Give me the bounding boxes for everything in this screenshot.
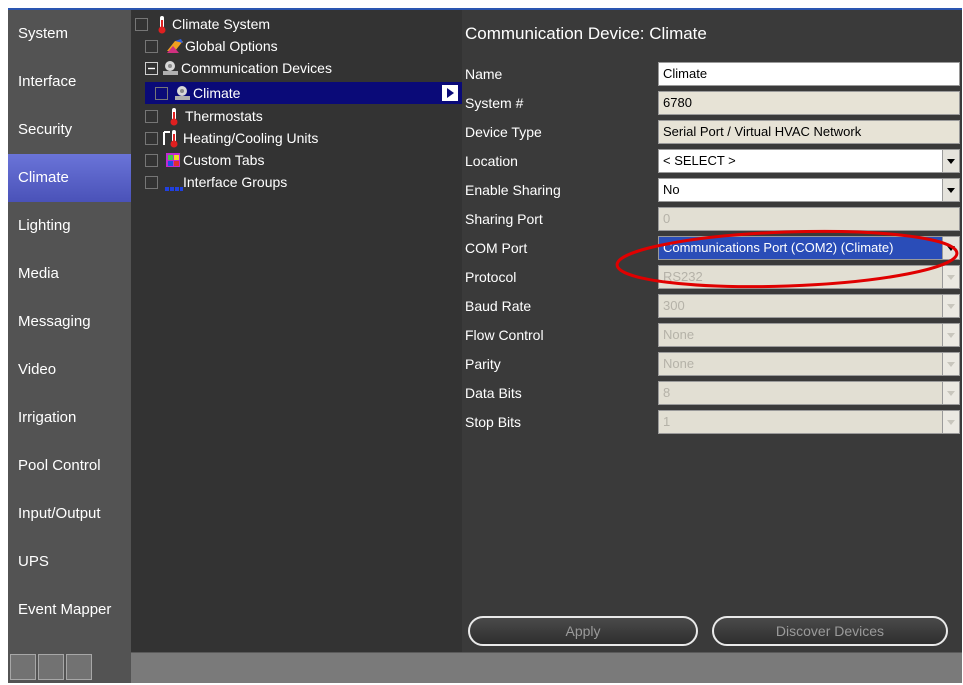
global-options-icon xyxy=(165,37,185,60)
location-label: Location xyxy=(465,153,518,169)
sidebar-item-event-mapper[interactable]: Event Mapper xyxy=(8,586,131,634)
devices-icon xyxy=(161,59,181,82)
hvac-unit-icon xyxy=(161,128,183,153)
data-bits-value: 8 xyxy=(663,385,671,400)
sidebar-item-ups[interactable]: UPS xyxy=(8,538,131,586)
thermometer-icon xyxy=(157,14,167,39)
apply-button[interactable]: Apply xyxy=(468,616,698,646)
parity-select: None xyxy=(658,352,960,376)
sidebar-item-lighting[interactable]: Lighting xyxy=(8,202,131,250)
sidebar-item-irrigation[interactable]: Irrigation xyxy=(8,394,131,442)
baud-rate-label: Baud Rate xyxy=(465,298,532,314)
sidebar-item-pool-control[interactable]: Pool Control xyxy=(8,442,131,490)
sidebar-item-input-output[interactable]: Input/Output xyxy=(8,490,131,538)
sidebar-item-system[interactable]: System xyxy=(8,10,131,58)
name-label: Name xyxy=(465,66,503,82)
flow-control-select: None xyxy=(658,323,960,347)
tree-checkbox[interactable] xyxy=(145,176,158,189)
chevron-down-icon xyxy=(942,324,959,346)
system-number-label: System # xyxy=(465,95,524,111)
sidebar-item-climate[interactable]: Climate xyxy=(8,154,131,202)
tree-item-label: Heating/Cooling Units xyxy=(183,130,319,146)
chevron-down-icon xyxy=(942,411,959,433)
name-field[interactable]: Climate xyxy=(658,62,960,86)
enable-sharing-value: No xyxy=(663,182,680,197)
data-bits-label: Data Bits xyxy=(465,385,522,401)
data-bits-select: 8 xyxy=(658,381,960,405)
tree-item-label: Interface Groups xyxy=(183,174,288,190)
status-bar xyxy=(131,652,962,683)
panel-square-button[interactable] xyxy=(38,654,64,680)
tree-item-label: Climate System xyxy=(172,16,271,32)
chevron-down-icon xyxy=(942,295,959,317)
tree-item-label: Thermostats xyxy=(185,108,263,124)
enable-sharing-label: Enable Sharing xyxy=(465,182,561,198)
tree-checkbox[interactable] xyxy=(155,87,168,100)
location-select[interactable]: < SELECT > xyxy=(658,149,960,173)
tree-panel: Climate System Global Options Communicat… xyxy=(131,10,462,652)
device-icon xyxy=(173,84,193,107)
panel-square-button[interactable] xyxy=(10,654,36,680)
tree-checkbox[interactable] xyxy=(145,110,158,123)
flow-control-value: None xyxy=(663,327,695,342)
tree-item-label: Custom Tabs xyxy=(183,152,265,168)
stop-bits-label: Stop Bits xyxy=(465,414,522,430)
sharing-port-label: Sharing Port xyxy=(465,211,543,227)
discover-devices-button[interactable]: Discover Devices xyxy=(712,616,948,646)
interface-groups-icon xyxy=(165,178,183,198)
tree-checkbox[interactable] xyxy=(145,40,158,53)
chevron-down-icon[interactable] xyxy=(942,179,959,201)
tree-item-label: Global Options xyxy=(185,38,278,54)
chevron-down-icon[interactable] xyxy=(942,150,959,172)
tree-item-label: Communication Devices xyxy=(181,60,332,76)
sidebar: System Interface Security Climate Lighti… xyxy=(8,10,131,666)
chevron-down-icon xyxy=(942,382,959,404)
expand-arrow-icon[interactable] xyxy=(442,85,458,101)
system-number-field: 6780 xyxy=(658,91,960,115)
details-panel: Communication Device: Climate Name Clima… xyxy=(462,10,962,652)
sidebar-item-interface[interactable]: Interface xyxy=(8,58,131,106)
parity-value: None xyxy=(663,356,695,371)
baud-rate-value: 300 xyxy=(663,298,685,313)
collapse-toggle[interactable] xyxy=(145,62,158,75)
custom-tabs-icon xyxy=(165,151,183,174)
chevron-down-icon xyxy=(942,353,959,375)
stop-bits-value: 1 xyxy=(663,414,671,429)
device-type-label: Device Type xyxy=(465,124,542,140)
sidebar-bottom-bar xyxy=(8,652,131,683)
location-value: < SELECT > xyxy=(663,153,736,168)
tree-checkbox[interactable] xyxy=(145,132,158,145)
enable-sharing-select[interactable]: No xyxy=(658,178,960,202)
parity-label: Parity xyxy=(465,356,501,372)
panel-square-button[interactable] xyxy=(66,654,92,680)
protocol-label: Protocol xyxy=(465,269,517,285)
stop-bits-select: 1 xyxy=(658,410,960,434)
sidebar-item-messaging[interactable]: Messaging xyxy=(8,298,131,346)
sidebar-item-security[interactable]: Security xyxy=(8,106,131,154)
sidebar-item-video[interactable]: Video xyxy=(8,346,131,394)
tree-checkbox[interactable] xyxy=(145,154,158,167)
baud-rate-select: 300 xyxy=(658,294,960,318)
app-window: System Interface Security Climate Lighti… xyxy=(8,8,962,683)
sidebar-item-media[interactable]: Media xyxy=(8,250,131,298)
tree-checkbox[interactable] xyxy=(135,18,148,31)
device-type-field: Serial Port / Virtual HVAC Network xyxy=(658,120,960,144)
flow-control-label: Flow Control xyxy=(465,327,544,343)
com-port-label: COM Port xyxy=(465,240,528,256)
page-title: Communication Device: Climate xyxy=(465,24,707,43)
tree-item-label: Climate xyxy=(193,85,241,101)
highlight-ellipse xyxy=(615,229,959,289)
